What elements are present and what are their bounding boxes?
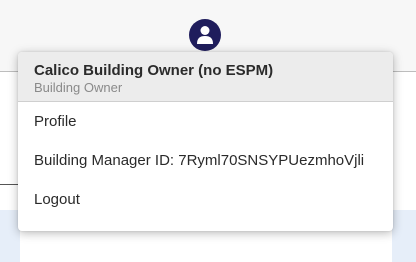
page-panel-left (0, 210, 20, 262)
user-name: Calico Building Owner (no ESPM) (34, 62, 274, 79)
user-role: Building Owner (34, 80, 123, 95)
user-avatar-button[interactable] (189, 19, 221, 51)
user-dropdown-menu: Calico Building Owner (no ESPM) Building… (18, 52, 393, 231)
user-icon (197, 26, 213, 44)
user-summary: Calico Building Owner (no ESPM) Building… (18, 52, 393, 102)
menu-item-building-manager-id[interactable]: Building Manager ID: 7Ryml70SNSYPUezmhoV… (18, 141, 393, 180)
page-divider (0, 184, 20, 185)
page-panel-right (392, 210, 416, 262)
menu-item-profile[interactable]: Profile (18, 102, 393, 141)
menu-item-logout[interactable]: Logout (18, 180, 393, 219)
